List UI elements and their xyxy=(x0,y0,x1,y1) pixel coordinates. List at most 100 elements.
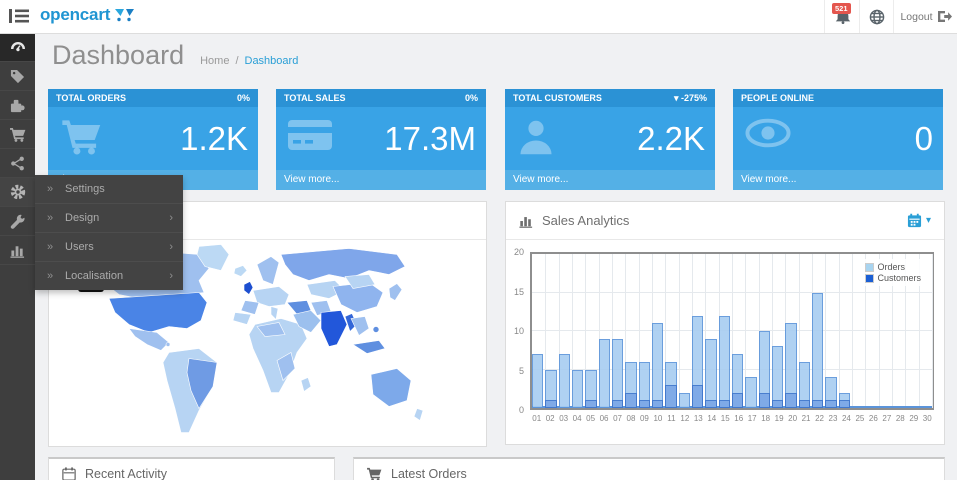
bar-customers-21 xyxy=(799,400,810,408)
panel-title: Sales Analytics xyxy=(542,213,629,228)
tile-value: 1.2K xyxy=(180,120,248,158)
sidebar-item-reports[interactable] xyxy=(0,236,35,265)
bar-customers-13 xyxy=(692,385,703,408)
menu-item-design[interactable]: » Design › xyxy=(35,203,183,232)
double-chevron-icon: » xyxy=(47,262,53,290)
bar-orders-04 xyxy=(572,370,583,409)
system-flyout-menu: » Settings » Design › » Users › » Locali… xyxy=(35,175,183,290)
sidebar-item-dashboard[interactable] xyxy=(0,33,35,62)
sales-chart-legend: OrdersCustomers xyxy=(861,259,925,286)
panel-title: Recent Activity xyxy=(85,467,167,480)
logout-icon xyxy=(938,10,952,23)
breadcrumb-current[interactable]: Dashboard xyxy=(245,55,299,67)
bar-customers-11 xyxy=(665,385,676,408)
double-chevron-icon: » xyxy=(47,233,53,261)
tile-label: TOTAL SALES xyxy=(284,93,346,103)
tile-total-customers: TOTAL CUSTOMERS▾ -275% 2.2K View more... xyxy=(505,89,715,190)
bar-orders-03 xyxy=(559,354,570,408)
date-range-button[interactable]: ▾ xyxy=(907,213,931,228)
wrench-icon xyxy=(10,214,25,229)
sidebar-item-system[interactable] xyxy=(0,178,35,207)
bar-orders-07 xyxy=(612,339,623,408)
stores-button[interactable] xyxy=(859,0,894,33)
sales-analytics-header: Sales Analytics ▾ xyxy=(506,202,944,240)
logo-text: opencart xyxy=(40,5,110,25)
tag-icon xyxy=(10,69,25,84)
view-more-link[interactable]: View more... xyxy=(733,170,943,190)
tile-label: PEOPLE ONLINE xyxy=(741,93,814,103)
menu-item-localisation[interactable]: » Localisation › xyxy=(35,261,183,290)
bar-customers-20 xyxy=(785,393,796,408)
sales-chart-ylabels: 05101520 xyxy=(506,252,526,410)
logout-button[interactable]: Logout xyxy=(893,0,957,33)
bar-orders-01 xyxy=(532,354,543,408)
tile-people-online: PEOPLE ONLINE 0 View more... xyxy=(733,89,943,190)
bar-orders-10 xyxy=(652,323,663,408)
recent-activity-header: Recent Activity xyxy=(49,459,334,480)
person-icon xyxy=(517,118,555,156)
legend-label-orders: Orders xyxy=(877,262,905,272)
recent-activity-panel: Recent Activity xyxy=(48,457,335,480)
tile-label: TOTAL ORDERS xyxy=(56,93,126,103)
logout-label: Logout xyxy=(900,11,932,23)
bar-customers-08 xyxy=(625,393,636,408)
bar-customers-24 xyxy=(839,400,850,408)
tile-label: TOTAL CUSTOMERS xyxy=(513,93,602,103)
caret-down-icon: ▾ xyxy=(926,215,931,226)
bar-orders-22 xyxy=(812,293,823,409)
chevron-right-icon: › xyxy=(169,204,173,232)
sidebar xyxy=(0,33,35,480)
menu-toggle-icon[interactable] xyxy=(9,8,29,24)
bar-chart-icon xyxy=(519,214,533,228)
tile-value: 0 xyxy=(915,120,933,158)
view-more-link[interactable]: View more... xyxy=(276,170,486,190)
bar-customers-02 xyxy=(545,400,556,408)
eye-icon xyxy=(745,118,791,148)
notification-count-badge: 521 xyxy=(832,3,851,14)
sidebar-item-sales[interactable] xyxy=(0,120,35,149)
menu-item-users[interactable]: » Users › xyxy=(35,232,183,261)
cart-icon xyxy=(367,467,382,480)
puzzle-icon xyxy=(10,98,25,113)
sidebar-item-marketing[interactable] xyxy=(0,149,35,178)
bar-chart-icon xyxy=(10,243,25,258)
bar-customers-18 xyxy=(759,393,770,408)
sidebar-item-extensions[interactable] xyxy=(0,91,35,120)
double-chevron-icon: » xyxy=(47,204,53,232)
breadcrumb-home[interactable]: Home xyxy=(200,55,229,67)
page-heading: Dashboard Home / Dashboard xyxy=(52,40,298,71)
bar-orders-15 xyxy=(719,316,730,408)
bar-customers-23 xyxy=(825,400,836,408)
opencart-admin-dashboard: opencart 521 xyxy=(0,0,957,480)
breadcrumb: Home / Dashboard xyxy=(200,55,298,67)
tile-change: ▾ -275% xyxy=(674,93,707,104)
tile-change: 0% xyxy=(237,93,250,103)
calendar-icon xyxy=(907,213,922,228)
bar-orders-06 xyxy=(599,339,610,408)
sales-analytics-panel: Sales Analytics ▾ 05101520 OrdersCustome… xyxy=(505,201,945,445)
notifications-button[interactable]: 521 xyxy=(824,0,860,33)
double-chevron-icon: » xyxy=(47,175,53,203)
tile-change: 0% xyxy=(465,93,478,103)
bar-customers-10 xyxy=(652,400,663,408)
panel-title: Latest Orders xyxy=(391,467,467,480)
sales-chart-plot: OrdersCustomers xyxy=(530,252,934,410)
legend-label-customers: Customers xyxy=(877,273,921,283)
chevron-right-icon: › xyxy=(169,233,173,261)
menu-item-settings[interactable]: » Settings xyxy=(35,175,183,203)
top-bar: opencart 521 xyxy=(0,0,957,34)
bar-customers-22 xyxy=(812,400,823,408)
view-more-link[interactable]: View more... xyxy=(505,170,715,190)
bar-customers-05 xyxy=(585,400,596,408)
opencart-logo[interactable]: opencart xyxy=(40,5,136,25)
sidebar-item-catalog[interactable] xyxy=(0,62,35,91)
sales-chart-xlabels: 0102030405060708091011121314151617181920… xyxy=(530,414,934,426)
speedometer-icon xyxy=(10,40,26,54)
legend-swatch-customers xyxy=(865,274,874,283)
bar-orders-19 xyxy=(772,346,783,408)
sidebar-item-tools[interactable] xyxy=(0,207,35,236)
bar-orders-14 xyxy=(705,339,716,408)
chevron-right-icon: › xyxy=(169,262,173,290)
latest-orders-panel: Latest Orders xyxy=(353,457,945,480)
cart-icon xyxy=(60,118,104,155)
